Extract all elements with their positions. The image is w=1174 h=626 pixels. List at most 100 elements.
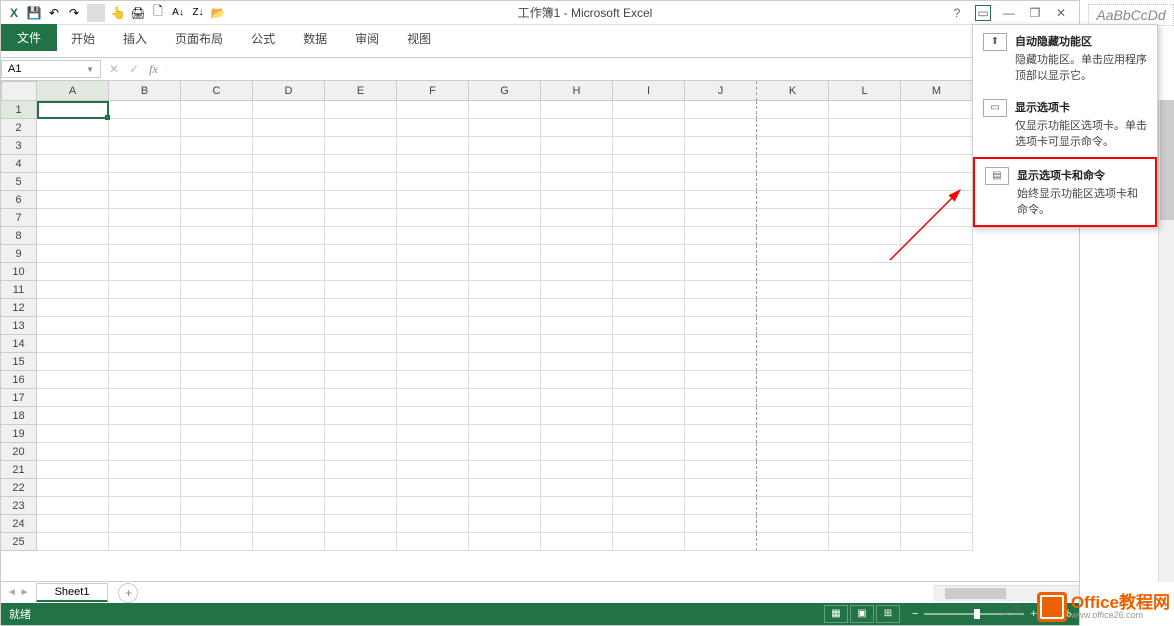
cell[interactable] [685, 227, 757, 245]
column-header[interactable]: M [901, 81, 973, 101]
cell[interactable] [37, 155, 109, 173]
cell[interactable] [109, 443, 181, 461]
cell[interactable] [325, 173, 397, 191]
cell[interactable] [109, 227, 181, 245]
cell[interactable] [541, 155, 613, 173]
row-header[interactable]: 8 [1, 227, 37, 245]
cell[interactable] [109, 155, 181, 173]
row-header[interactable]: 15 [1, 353, 37, 371]
cell[interactable] [325, 119, 397, 137]
cell[interactable] [253, 443, 325, 461]
cell[interactable] [469, 479, 541, 497]
touch-mode-icon[interactable]: 👆 [109, 4, 127, 22]
option-auto-hide-ribbon[interactable]: ⬆ 自动隐藏功能区 隐藏功能区。单击应用程序顶部以显示它。 [973, 25, 1157, 91]
cell[interactable] [469, 533, 541, 551]
cell[interactable] [325, 191, 397, 209]
cell[interactable] [901, 533, 973, 551]
vertical-scrollbar[interactable] [1158, 100, 1174, 582]
cell[interactable] [469, 317, 541, 335]
cell[interactable] [757, 515, 829, 533]
cell[interactable] [397, 353, 469, 371]
cell[interactable] [181, 461, 253, 479]
cell[interactable] [181, 317, 253, 335]
cell[interactable] [613, 209, 685, 227]
column-header[interactable]: G [469, 81, 541, 101]
cell[interactable] [253, 533, 325, 551]
cell[interactable] [397, 515, 469, 533]
cell[interactable] [757, 209, 829, 227]
cell[interactable] [757, 371, 829, 389]
cell[interactable] [757, 299, 829, 317]
column-header[interactable]: B [109, 81, 181, 101]
cell[interactable] [541, 533, 613, 551]
cell[interactable] [181, 299, 253, 317]
cell[interactable] [613, 533, 685, 551]
cell[interactable] [829, 209, 901, 227]
cell[interactable] [901, 245, 973, 263]
formula-input[interactable] [166, 67, 1079, 71]
cell[interactable] [325, 443, 397, 461]
page-break-view-icon[interactable]: ⊞ [876, 605, 900, 623]
cell[interactable] [253, 461, 325, 479]
row-header[interactable]: 9 [1, 245, 37, 263]
cell[interactable] [253, 389, 325, 407]
cell[interactable] [181, 497, 253, 515]
cell[interactable] [541, 245, 613, 263]
cell[interactable] [541, 317, 613, 335]
row-header[interactable]: 10 [1, 263, 37, 281]
row-header[interactable]: 4 [1, 155, 37, 173]
row-header[interactable]: 7 [1, 209, 37, 227]
cell[interactable] [325, 497, 397, 515]
cell[interactable] [109, 173, 181, 191]
cell[interactable] [109, 209, 181, 227]
cell[interactable] [181, 137, 253, 155]
cell[interactable] [109, 281, 181, 299]
cell[interactable] [541, 335, 613, 353]
help-icon[interactable]: ? [949, 5, 965, 21]
cell[interactable] [829, 371, 901, 389]
cell[interactable] [109, 371, 181, 389]
cell[interactable] [37, 461, 109, 479]
cell[interactable] [325, 263, 397, 281]
cell[interactable] [397, 209, 469, 227]
cell[interactable] [325, 389, 397, 407]
cell[interactable] [37, 119, 109, 137]
cell[interactable] [757, 317, 829, 335]
cell[interactable] [181, 371, 253, 389]
cell[interactable] [901, 353, 973, 371]
row-header[interactable]: 2 [1, 119, 37, 137]
cell[interactable] [757, 335, 829, 353]
cell[interactable] [901, 407, 973, 425]
select-all-corner[interactable] [1, 81, 37, 101]
cell[interactable] [613, 461, 685, 479]
cell[interactable] [253, 335, 325, 353]
cell[interactable] [181, 353, 253, 371]
cell[interactable] [37, 227, 109, 245]
cell[interactable] [829, 137, 901, 155]
cell[interactable] [181, 263, 253, 281]
cell[interactable] [397, 137, 469, 155]
cell[interactable] [757, 533, 829, 551]
cell[interactable] [37, 389, 109, 407]
cell[interactable] [181, 155, 253, 173]
cell[interactable] [325, 137, 397, 155]
tab-review[interactable]: 审阅 [341, 26, 393, 51]
cell[interactable] [757, 119, 829, 137]
cell[interactable] [397, 425, 469, 443]
cell[interactable] [541, 353, 613, 371]
row-header[interactable]: 17 [1, 389, 37, 407]
ribbon-display-options-button[interactable]: ▭ [975, 5, 991, 21]
cell[interactable] [685, 155, 757, 173]
column-header[interactable]: H [541, 81, 613, 101]
cell[interactable] [613, 479, 685, 497]
cell[interactable] [181, 533, 253, 551]
cell[interactable] [253, 317, 325, 335]
cell[interactable] [109, 389, 181, 407]
cell[interactable] [541, 173, 613, 191]
cell[interactable] [253, 515, 325, 533]
cell[interactable] [757, 101, 829, 119]
cell[interactable] [469, 407, 541, 425]
cell[interactable] [901, 515, 973, 533]
cell[interactable] [397, 299, 469, 317]
cell[interactable] [685, 479, 757, 497]
